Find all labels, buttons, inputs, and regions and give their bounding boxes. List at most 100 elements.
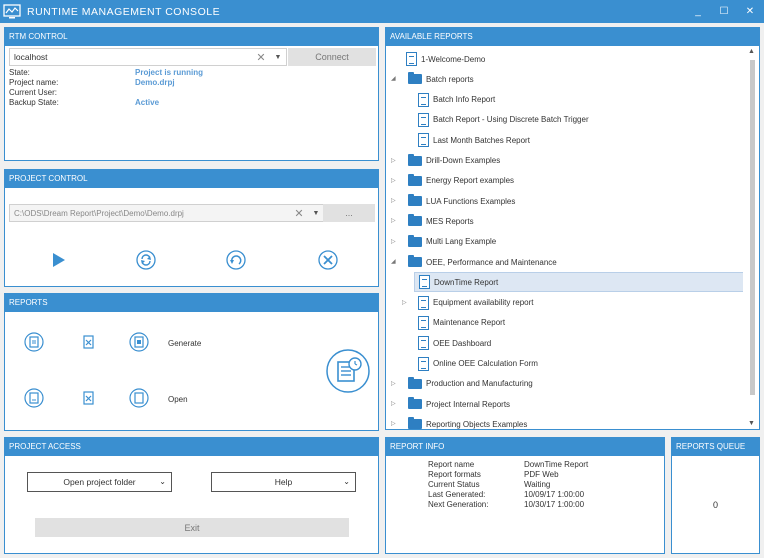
window-title: RUNTIME MANAGEMENT CONSOLE [27, 5, 221, 18]
expand-arrow-icon[interactable]: ▷ [391, 238, 396, 245]
tree-folder-item[interactable]: Multi Lang Example [404, 232, 496, 252]
scroll-up-icon[interactable]: ▲ [748, 48, 755, 55]
dropdown-arrow-icon[interactable]: ▼ [270, 54, 286, 61]
exit-button[interactable]: Exit [35, 518, 349, 537]
folder-icon [408, 376, 422, 389]
tree-report-item[interactable]: DownTime Report [414, 272, 743, 293]
help-label: Help [274, 477, 293, 487]
generate-excel-icon[interactable] [79, 332, 99, 352]
project-control-panel: PROJECT CONTROL C:\ODS\Dream Report\Proj… [4, 169, 379, 287]
open-project-folder-select[interactable]: Open project folder ⌄ [27, 472, 172, 492]
folder-icon [408, 214, 422, 227]
app-monitor-icon [0, 0, 23, 23]
tree-report-item[interactable]: 1-Welcome-Demo [402, 49, 485, 69]
refresh-icon[interactable] [136, 250, 156, 270]
clear-path-icon[interactable]: ✕ [290, 207, 308, 220]
play-icon[interactable] [48, 250, 68, 270]
project-name-value: Demo.drpj [135, 78, 175, 87]
schedule-report-icon[interactable] [325, 348, 371, 394]
tree-folder-item[interactable]: MES Reports [404, 211, 474, 231]
queue-count: 0 [712, 500, 718, 510]
tree-folder-item[interactable]: Drill-Down Examples [404, 151, 500, 171]
host-combo[interactable]: localhost ✕ ▼ [9, 48, 287, 66]
report-info-panel: REPORT INFO Report name DownTime Report … [385, 437, 665, 554]
backup-state-label: Backup State: [9, 98, 59, 107]
scroll-down-icon[interactable]: ▼ [748, 420, 755, 427]
report-document-icon [418, 295, 429, 310]
project-access-panel: PROJECT ACCESS Open project folder ⌄ Hel… [4, 437, 379, 554]
open-excel-icon[interactable] [79, 388, 99, 408]
tree-report-item[interactable]: Equipment availability report [414, 293, 534, 313]
chevron-down-icon: ⌄ [343, 477, 350, 486]
tree-item-label: LUA Functions Examples [426, 196, 516, 206]
tree-item-label: 1-Welcome-Demo [421, 54, 486, 64]
clear-icon[interactable]: ✕ [252, 51, 270, 64]
restart-icon[interactable] [226, 250, 246, 270]
expand-arrow-icon[interactable]: ▷ [391, 400, 396, 407]
report-document-icon [419, 275, 430, 290]
tree-folder-item[interactable]: Energy Report examples [404, 171, 514, 191]
open-pdf-icon[interactable] [24, 388, 44, 408]
report-formats-label: Report formats [428, 470, 481, 479]
open-web-icon[interactable] [129, 388, 149, 408]
tree-folder-item[interactable]: LUA Functions Examples [404, 191, 515, 211]
tree-report-item[interactable]: Batch Report - Using Discrete Batch Trig… [414, 110, 589, 130]
close-button[interactable]: ✕ [744, 6, 756, 17]
browse-button[interactable]: ... [323, 204, 375, 222]
tree-report-item[interactable]: Maintenance Report [414, 313, 505, 333]
tree-folder-item[interactable]: OEE, Performance and Maintenance [404, 252, 557, 272]
expand-arrow-icon[interactable]: ▷ [402, 299, 407, 306]
tree-folder-item[interactable]: Reporting Objects Examples [404, 414, 527, 429]
last-generated-label: Last Generated: [428, 490, 486, 499]
help-select[interactable]: Help ⌄ [211, 472, 356, 492]
expand-arrow-icon[interactable]: ◢ [391, 75, 396, 82]
tree-folder-item[interactable]: Batch reports [404, 69, 474, 89]
maximize-button[interactable]: ☐ [718, 6, 730, 17]
expand-arrow-icon[interactable]: ▷ [391, 217, 396, 224]
report-document-icon [418, 336, 429, 351]
expand-arrow-icon[interactable]: ▷ [391, 177, 396, 184]
tree-item-label: Last Month Batches Report [433, 135, 530, 145]
report-info-header: REPORT INFO [386, 438, 664, 456]
tree-report-item[interactable]: Online OEE Calculation Form [414, 354, 538, 374]
report-document-icon [406, 52, 417, 66]
connect-button[interactable]: Connect [288, 48, 376, 66]
tree-scrollbar[interactable]: ▲ ▼ [745, 46, 759, 429]
tree-report-item[interactable]: OEE Dashboard [414, 333, 491, 353]
tree-item-label: Equipment availability report [433, 298, 534, 308]
expand-arrow-icon[interactable]: ▷ [391, 157, 396, 164]
tree-folder-item[interactable]: Project Internal Reports [404, 394, 510, 414]
tree-item-label: Multi Lang Example [426, 237, 497, 247]
tree-item-label: MES Reports [426, 216, 474, 226]
tree-item-label: DownTime Report [434, 277, 499, 287]
title-bar: RUNTIME MANAGEMENT CONSOLE _ ☐ ✕ [0, 0, 764, 23]
scroll-thumb[interactable] [750, 60, 755, 395]
report-formats-value: PDF Web [524, 470, 559, 479]
tree-item-label: OEE, Performance and Maintenance [426, 257, 557, 267]
minimize-button[interactable]: _ [692, 6, 704, 17]
path-dropdown-icon[interactable]: ▼ [308, 210, 324, 217]
folder-icon [408, 72, 422, 85]
tree-item-label: Maintenance Report [433, 318, 506, 328]
project-path-combo[interactable]: C:\ODS\Dream Report\Project\Demo\Demo.dr… [9, 204, 325, 222]
state-value: Project is running [135, 68, 204, 77]
expand-arrow-icon[interactable]: ▷ [391, 380, 396, 387]
report-name-value: DownTime Report [524, 460, 589, 469]
project-name-label: Project name: [9, 78, 59, 87]
tree-folder-item[interactable]: Production and Manufacturing [404, 374, 533, 394]
report-document-icon [418, 133, 429, 148]
backup-state-value: Active [135, 98, 160, 107]
report-document-icon [418, 112, 429, 127]
generate-pdf-icon[interactable] [24, 332, 44, 352]
expand-arrow-icon[interactable]: ▷ [391, 420, 396, 427]
tree-report-item[interactable]: Last Month Batches Report [414, 130, 530, 150]
tree-report-item[interactable]: Batch Info Report [414, 90, 495, 110]
generate-web-icon[interactable] [129, 332, 149, 352]
expand-arrow-icon[interactable]: ▷ [391, 197, 396, 204]
expand-arrow-icon[interactable]: ◢ [391, 258, 396, 265]
folder-icon [408, 397, 422, 410]
tree-item-label: Drill-Down Examples [426, 156, 501, 165]
tree-item-label: Batch Info Report [433, 95, 496, 105]
stop-icon[interactable] [318, 250, 338, 270]
project-access-header: PROJECT ACCESS [5, 438, 378, 456]
